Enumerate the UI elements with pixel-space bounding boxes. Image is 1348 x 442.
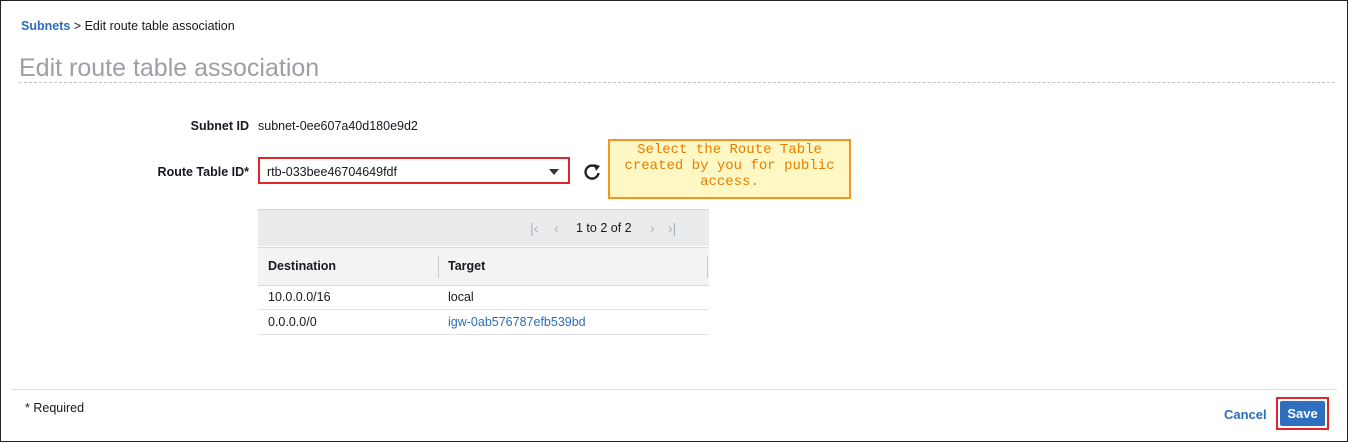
route-table-select[interactable]: rtb-033bee46704649fdf	[258, 157, 570, 184]
subnet-id-label: Subnet ID	[190, 119, 249, 133]
pagination-text: 1 to 2 of 2	[576, 221, 632, 235]
next-page-icon[interactable]: ›	[650, 220, 655, 236]
dropdown-caret-icon	[549, 169, 559, 175]
breadcrumb: Subnets > Edit route table association	[21, 19, 235, 33]
save-button[interactable]: Save	[1280, 401, 1325, 426]
table-row: 10.0.0.0/16 local	[258, 285, 709, 310]
pagination-bar: |‹ ‹ 1 to 2 of 2 › ›|	[258, 209, 709, 246]
column-header-target[interactable]: Target	[448, 259, 485, 273]
cell-destination: 0.0.0.0/0	[268, 315, 317, 329]
cell-destination: 10.0.0.0/16	[268, 290, 331, 304]
breadcrumb-separator: >	[73, 19, 82, 33]
refresh-icon[interactable]	[582, 162, 602, 182]
table-row: 0.0.0.0/0 igw-0ab576787efb539bd	[258, 310, 709, 335]
breadcrumb-current: Edit route table association	[84, 19, 235, 33]
previous-page-icon[interactable]: ‹	[554, 220, 559, 236]
required-note: * Required	[25, 401, 85, 415]
footer-divider	[11, 389, 1337, 390]
cell-target-link[interactable]: igw-0ab576787efb539bd	[448, 315, 586, 329]
column-divider	[438, 256, 439, 278]
table-header: Destination Target	[258, 247, 709, 286]
cell-target: local	[448, 290, 474, 304]
column-divider	[707, 256, 708, 278]
route-table-id-label: Route Table ID*	[157, 165, 249, 179]
cancel-button[interactable]: Cancel	[1224, 407, 1267, 422]
subnet-id-value: subnet-0ee607a40d180e9d2	[258, 119, 418, 133]
route-table-selected-value: rtb-033bee46704649fdf	[267, 165, 397, 179]
first-page-icon[interactable]: |‹	[530, 220, 538, 236]
annotation-callout: Select the Route Table created by you fo…	[608, 139, 851, 199]
last-page-icon[interactable]: ›|	[668, 220, 676, 236]
title-divider	[19, 82, 1335, 83]
page-title: Edit route table association	[19, 54, 320, 82]
breadcrumb-link-subnets[interactable]: Subnets	[21, 19, 70, 33]
content-frame: Subnets > Edit route table association E…	[0, 0, 1348, 442]
column-header-destination[interactable]: Destination	[268, 259, 336, 273]
